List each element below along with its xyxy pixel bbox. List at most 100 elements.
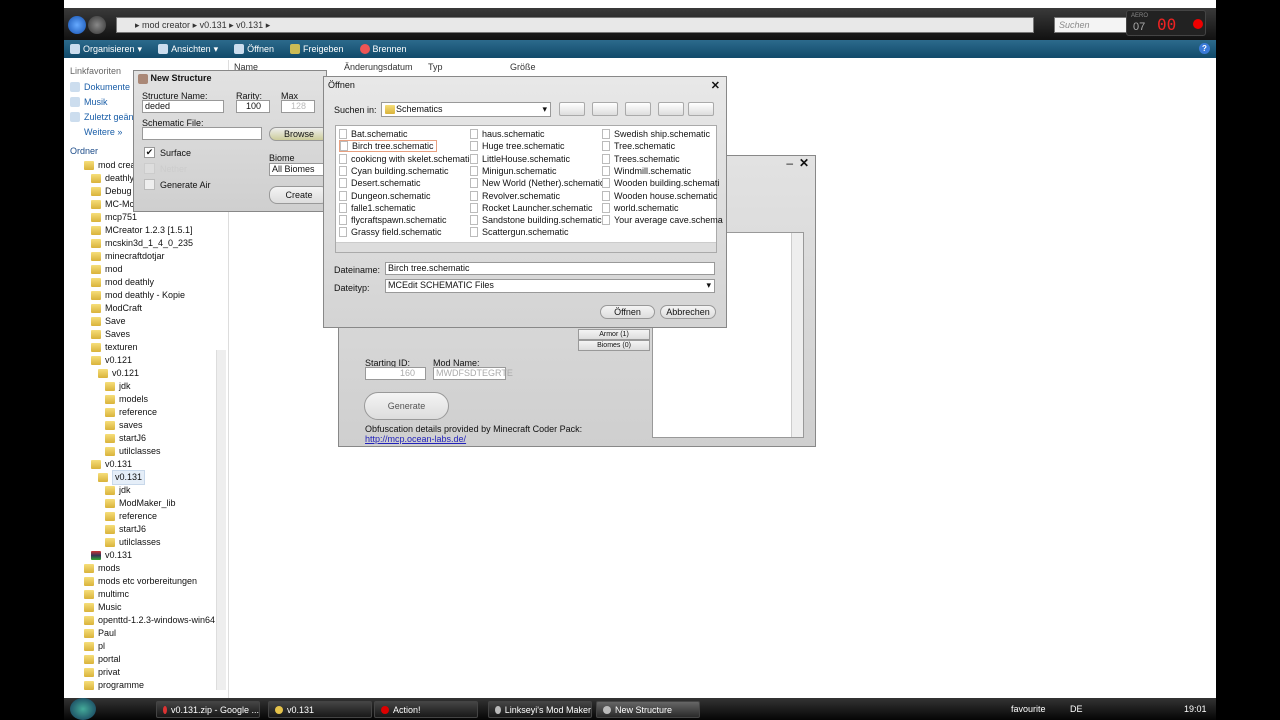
tree-item[interactable]: MC-Mc <box>91 198 134 211</box>
file-item[interactable]: Your average cave.schema <box>602 214 723 226</box>
browse-button[interactable]: Browse <box>269 127 329 141</box>
back-button[interactable] <box>68 16 86 34</box>
burn-button[interactable]: Brennen <box>359 44 407 54</box>
file-item[interactable]: Birch tree.schematic <box>339 140 437 153</box>
taskbar-button[interactable]: v0.131.zip - Google ... <box>156 701 260 718</box>
tree-item[interactable]: jdk <box>105 484 131 497</box>
close-button[interactable]: ✕ <box>799 156 809 170</box>
file-item[interactable]: Huge tree.schematic <box>470 140 565 152</box>
starting-id-spinner[interactable]: 160 <box>365 367 426 380</box>
file-item[interactable]: haus.schematic <box>470 128 545 140</box>
list-view-button[interactable] <box>658 102 684 116</box>
record-icon[interactable] <box>1193 19 1203 29</box>
tree-scrollbar[interactable] <box>216 350 226 690</box>
file-item[interactable]: Trees.schematic <box>602 153 680 165</box>
tab-armor[interactable]: Armor (1) <box>578 329 650 340</box>
file-item[interactable]: world.schematic <box>602 202 679 214</box>
minimize-button[interactable]: – <box>786 156 793 170</box>
taskbar-button[interactable]: Linkseyi's Mod Maker <box>488 701 592 718</box>
tab-biomes[interactable]: Biomes (0) <box>578 340 650 351</box>
breadcrumb-item[interactable]: mod creator <box>142 20 190 30</box>
tree-item[interactable]: reference <box>105 510 157 523</box>
favorite-documents[interactable]: Dokumente <box>70 82 130 92</box>
generate-button[interactable]: Generate <box>364 392 449 420</box>
file-item[interactable]: falle1.schematic <box>339 202 416 214</box>
breadcrumb[interactable]: ▸ mod creator ▸ v0.131 ▸ v0.131 ▸ <box>116 17 1034 33</box>
tree-item[interactable]: mod <box>91 263 123 276</box>
file-item[interactable]: Dungeon.schematic <box>339 190 431 202</box>
tree-item[interactable]: mods <box>84 562 120 575</box>
generate-air-checkbox[interactable] <box>144 179 155 190</box>
tree-item[interactable]: mod deathly <box>91 276 154 289</box>
views-button[interactable]: Ansichten ▾ <box>158 44 218 55</box>
tree-item[interactable]: Save <box>91 315 126 328</box>
file-item[interactable]: Revolver.schematic <box>470 190 560 202</box>
breadcrumb-item[interactable]: v0.131 <box>236 20 263 30</box>
tree-item[interactable]: mods etc vorbereitungen <box>84 575 197 588</box>
tree-item[interactable]: v0.131 <box>91 549 132 562</box>
folders-header[interactable]: Ordner <box>70 146 98 156</box>
tree-item[interactable]: Music <box>84 601 122 614</box>
file-item[interactable]: Rocket Launcher.schematic <box>470 202 593 214</box>
taskbar-button[interactable]: v0.131 <box>268 701 372 718</box>
favorite-music[interactable]: Musik <box>70 97 108 107</box>
tree-item[interactable]: Paul <box>84 627 116 640</box>
file-item[interactable]: Desert.schematic <box>339 177 421 189</box>
rarity-spinner[interactable]: 100 <box>236 100 270 113</box>
tree-item[interactable]: jdk <box>105 380 131 393</box>
close-button[interactable]: ✕ <box>711 79 720 92</box>
tree-item[interactable]: mcp751 <box>91 211 137 224</box>
toolbar-name[interactable]: favourite <box>1011 704 1046 714</box>
tree-item[interactable]: deathly <box>91 172 134 185</box>
schematic-file-input[interactable] <box>142 127 262 140</box>
tree-item[interactable]: startJ6 <box>105 432 146 445</box>
organize-button[interactable]: Organisieren ▾ <box>70 44 142 55</box>
look-in-select[interactable]: Schematics ▾ <box>381 102 551 117</box>
tree-item[interactable]: reference <box>105 406 157 419</box>
file-item[interactable]: LittleHouse.schematic <box>470 153 570 165</box>
help-icon[interactable]: ? <box>1199 43 1210 54</box>
file-item[interactable]: cookicng with skelet.schematic <box>339 153 474 165</box>
file-item[interactable]: Swedish ship.schematic <box>602 128 710 140</box>
home-button[interactable] <box>592 102 618 116</box>
tree-item[interactable]: mod deathly - Kopie <box>91 289 185 302</box>
tree-item[interactable]: models <box>105 393 148 406</box>
tree-item[interactable]: openttd-1.2.3-windows-win64 <box>84 614 215 627</box>
file-item[interactable]: Grassy field.schematic <box>339 226 442 238</box>
file-item[interactable]: Sandstone building.schematic <box>470 214 602 226</box>
details-view-button[interactable] <box>688 102 714 116</box>
language-indicator[interactable]: DE <box>1070 704 1083 714</box>
file-item[interactable]: Tree.schematic <box>602 140 675 152</box>
taskbar-button[interactable]: Action! <box>374 701 478 718</box>
tree-item[interactable]: utilclasses <box>105 536 161 549</box>
nether-checkbox[interactable] <box>144 163 155 174</box>
tree-item[interactable]: v0.121 <box>98 367 139 380</box>
tree-item[interactable]: multimc <box>84 588 129 601</box>
surface-checkbox[interactable]: ✔ <box>144 147 155 158</box>
mod-name-input[interactable]: MWDFSDTEGRTE <box>433 367 513 380</box>
tree-item[interactable]: saves <box>105 419 143 432</box>
file-item[interactable]: Bat.schematic <box>339 128 408 140</box>
open-button[interactable]: Öffnen <box>234 44 274 54</box>
column-type[interactable]: Typ <box>428 60 443 74</box>
up-folder-button[interactable] <box>559 102 585 116</box>
structure-name-input[interactable]: deded <box>142 100 224 113</box>
tree-item[interactable]: ModCraft <box>91 302 142 315</box>
create-button[interactable]: Create <box>269 186 329 204</box>
tree-item[interactable]: v0.121 <box>91 354 132 367</box>
file-item[interactable]: Minigun.schematic <box>470 165 557 177</box>
file-item[interactable]: Wooden house.schematic <box>602 190 717 202</box>
tree-item[interactable]: minecraftdotjar <box>91 250 165 263</box>
tree-item[interactable]: utilclasses <box>105 445 161 458</box>
column-date[interactable]: Änderungsdatum <box>344 60 413 74</box>
tree-item[interactable]: programme <box>84 679 144 692</box>
breadcrumb-item[interactable]: v0.131 <box>200 20 227 30</box>
tree-item[interactable]: portal <box>84 653 121 666</box>
tree-item[interactable]: privat <box>84 666 120 679</box>
cancel-button[interactable]: Abbrechen <box>660 305 716 319</box>
tree-item[interactable]: v0.131 <box>98 470 146 485</box>
forward-button[interactable] <box>88 16 106 34</box>
file-item[interactable]: Cyan building.schematic <box>339 165 449 177</box>
new-folder-button[interactable] <box>625 102 651 116</box>
tree-item[interactable]: Debug <box>91 185 132 198</box>
